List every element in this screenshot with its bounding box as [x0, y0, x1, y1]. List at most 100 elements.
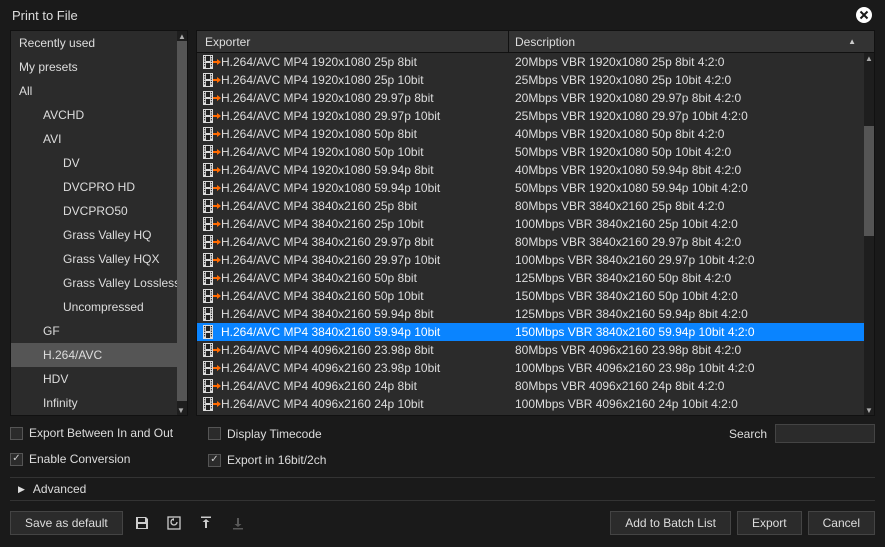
preset-row[interactable]: H.264/AVC MP4 4096x2160 24p 10bit100Mbps… — [197, 395, 874, 413]
preset-description: 125Mbps VBR 3840x2160 59.94p 8bit 4:2:0 — [509, 307, 874, 321]
preset-exporter-name: H.264/AVC MP4 4096x2160 24p 8bit — [219, 379, 509, 393]
preset-row[interactable]: H.264/AVC MP4 1920x1080 50p 10bit50Mbps … — [197, 143, 874, 161]
preset-exporter-name: H.264/AVC MP4 1920x1080 29.97p 8bit — [219, 91, 509, 105]
cancel-button[interactable]: Cancel — [808, 511, 875, 535]
save-icon-button[interactable] — [129, 511, 155, 535]
preset-row[interactable]: H.264/AVC MP4 4096x2160 24p 8bit80Mbps V… — [197, 377, 874, 395]
export-between-label: Export Between In and Out — [29, 426, 173, 440]
preset-row[interactable]: H.264/AVC MP4 1920x1080 25p 8bit20Mbps V… — [197, 53, 874, 71]
sort-arrow-icon: ▲ — [848, 37, 856, 46]
save-default-button[interactable]: Save as default — [10, 511, 123, 535]
add-batch-button[interactable]: Add to Batch List — [610, 511, 731, 535]
preset-description: 50Mbps VBR 1920x1080 59.94p 10bit 4:2:0 — [509, 181, 874, 195]
column-exporter[interactable]: Exporter — [197, 31, 509, 52]
preset-exporter-name: H.264/AVC MP4 3840x2160 29.97p 8bit — [219, 235, 509, 249]
film-icon — [197, 181, 219, 195]
preset-row[interactable]: H.264/AVC MP4 1920x1080 59.94p 10bit50Mb… — [197, 179, 874, 197]
chevron-right-icon: ▶ — [18, 484, 25, 495]
preset-description: 80Mbps VBR 4096x2160 23.98p 8bit 4:2:0 — [509, 343, 874, 357]
column-description[interactable]: Description ▲ — [509, 31, 874, 52]
advanced-toggle[interactable]: ▶ Advanced — [10, 477, 875, 501]
display-timecode-checkbox[interactable] — [208, 427, 221, 440]
preset-exporter-name: H.264/AVC MP4 3840x2160 25p 8bit — [219, 199, 509, 213]
search-input[interactable] — [775, 424, 875, 443]
preset-row[interactable]: H.264/AVC MP4 3840x2160 59.94p 10bit150M… — [197, 323, 874, 341]
film-icon — [197, 163, 219, 177]
preset-row[interactable]: H.264/AVC MP4 3840x2160 25p 8bit80Mbps V… — [197, 197, 874, 215]
film-icon — [197, 271, 219, 285]
preset-description: 40Mbps VBR 1920x1080 50p 8bit 4:2:0 — [509, 127, 874, 141]
category-item[interactable]: GF — [11, 319, 187, 343]
preset-exporter-name: H.264/AVC MP4 1920x1080 59.94p 10bit — [219, 181, 509, 195]
preset-row[interactable]: H.264/AVC MP4 4096x2160 23.98p 10bit100M… — [197, 359, 874, 377]
preset-row[interactable]: H.264/AVC MP4 3840x2160 50p 10bit150Mbps… — [197, 287, 874, 305]
film-icon — [197, 73, 219, 87]
film-icon — [197, 325, 219, 339]
preset-row[interactable]: H.264/AVC MP4 1920x1080 29.97p 10bit25Mb… — [197, 107, 874, 125]
category-item[interactable]: DVCPRO HD — [11, 175, 187, 199]
film-icon — [197, 235, 219, 249]
category-item[interactable]: AVCHD — [11, 103, 187, 127]
category-item[interactable]: Grass Valley Lossless — [11, 271, 187, 295]
category-item[interactable]: My presets — [11, 55, 187, 79]
display-timecode-label: Display Timecode — [227, 427, 322, 441]
refresh-icon-button[interactable] — [161, 511, 187, 535]
enable-conversion-checkbox[interactable] — [10, 453, 23, 466]
preset-exporter-name: H.264/AVC MP4 3840x2160 29.97p 10bit — [219, 253, 509, 267]
preset-exporter-name: H.264/AVC MP4 3840x2160 59.94p 8bit — [219, 307, 509, 321]
category-item[interactable]: Infinity — [11, 391, 187, 415]
preset-description: 100Mbps VBR 4096x2160 24p 10bit 4:2:0 — [509, 397, 874, 411]
enable-conversion-label: Enable Conversion — [29, 452, 130, 466]
category-item[interactable]: Grass Valley HQ — [11, 223, 187, 247]
category-item[interactable]: HDV — [11, 367, 187, 391]
category-item[interactable]: DVCPRO50 — [11, 199, 187, 223]
preset-exporter-name: H.264/AVC MP4 1920x1080 25p 10bit — [219, 73, 509, 87]
preset-exporter-name: H.264/AVC MP4 3840x2160 50p 10bit — [219, 289, 509, 303]
close-button[interactable] — [855, 6, 873, 24]
preset-row[interactable]: H.264/AVC MP4 3840x2160 59.94p 8bit125Mb… — [197, 305, 874, 323]
category-scrollbar[interactable]: ▲ ▼ — [177, 31, 187, 415]
preset-row[interactable]: H.264/AVC MP4 3840x2160 29.97p 10bit100M… — [197, 251, 874, 269]
export-16bit-checkbox[interactable] — [208, 454, 221, 467]
preset-scrollbar[interactable]: ▲ ▼ — [864, 53, 874, 415]
preset-description: 25Mbps VBR 1920x1080 29.97p 10bit 4:2:0 — [509, 109, 874, 123]
category-item[interactable]: Uncompressed — [11, 295, 187, 319]
preset-row[interactable]: H.264/AVC MP4 1920x1080 59.94p 8bit40Mbp… — [197, 161, 874, 179]
film-icon — [197, 109, 219, 123]
category-item[interactable]: Grass Valley HQX — [11, 247, 187, 271]
preset-description: 125Mbps VBR 3840x2160 50p 8bit 4:2:0 — [509, 271, 874, 285]
preset-description: 50Mbps VBR 1920x1080 50p 10bit 4:2:0 — [509, 145, 874, 159]
preset-row[interactable]: H.264/AVC MP4 1920x1080 29.97p 8bit20Mbp… — [197, 89, 874, 107]
export-16bit-label: Export in 16bit/2ch — [227, 453, 326, 467]
film-icon — [197, 361, 219, 375]
preset-description: 100Mbps VBR 3840x2160 25p 10bit 4:2:0 — [509, 217, 874, 231]
preset-exporter-name: H.264/AVC MP4 1920x1080 25p 8bit — [219, 55, 509, 69]
film-icon — [197, 397, 219, 411]
preset-description: 150Mbps VBR 3840x2160 59.94p 10bit 4:2:0 — [509, 325, 874, 339]
preset-row[interactable]: H.264/AVC MP4 3840x2160 50p 8bit125Mbps … — [197, 269, 874, 287]
preset-description: 100Mbps VBR 3840x2160 29.97p 10bit 4:2:0 — [509, 253, 874, 267]
preset-exporter-name: H.264/AVC MP4 4096x2160 23.98p 8bit — [219, 343, 509, 357]
preset-row[interactable]: H.264/AVC MP4 3840x2160 25p 10bit100Mbps… — [197, 215, 874, 233]
preset-exporter-name: H.264/AVC MP4 3840x2160 59.94p 10bit — [219, 325, 509, 339]
preset-row[interactable]: H.264/AVC MP4 4096x2160 23.98p 8bit80Mbp… — [197, 341, 874, 359]
category-item[interactable]: H.264/AVC — [11, 343, 187, 367]
film-icon — [197, 127, 219, 141]
preset-description: 80Mbps VBR 3840x2160 29.97p 8bit 4:2:0 — [509, 235, 874, 249]
category-item[interactable]: Recently used — [11, 31, 187, 55]
film-icon — [197, 199, 219, 213]
preset-description: 40Mbps VBR 1920x1080 59.94p 8bit 4:2:0 — [509, 163, 874, 177]
film-icon — [197, 289, 219, 303]
category-item[interactable]: AVI — [11, 127, 187, 151]
preset-description: 150Mbps VBR 3840x2160 50p 10bit 4:2:0 — [509, 289, 874, 303]
export-between-checkbox[interactable] — [10, 427, 23, 440]
category-item[interactable]: All — [11, 79, 187, 103]
export-button[interactable]: Export — [737, 511, 802, 535]
preset-description: 80Mbps VBR 3840x2160 25p 8bit 4:2:0 — [509, 199, 874, 213]
preset-row[interactable]: H.264/AVC MP4 1920x1080 50p 8bit40Mbps V… — [197, 125, 874, 143]
preset-row[interactable]: H.264/AVC MP4 1920x1080 25p 10bit25Mbps … — [197, 71, 874, 89]
import-icon-button[interactable] — [193, 511, 219, 535]
category-item[interactable]: DV — [11, 151, 187, 175]
preset-description: 20Mbps VBR 1920x1080 29.97p 8bit 4:2:0 — [509, 91, 874, 105]
preset-row[interactable]: H.264/AVC MP4 3840x2160 29.97p 8bit80Mbp… — [197, 233, 874, 251]
